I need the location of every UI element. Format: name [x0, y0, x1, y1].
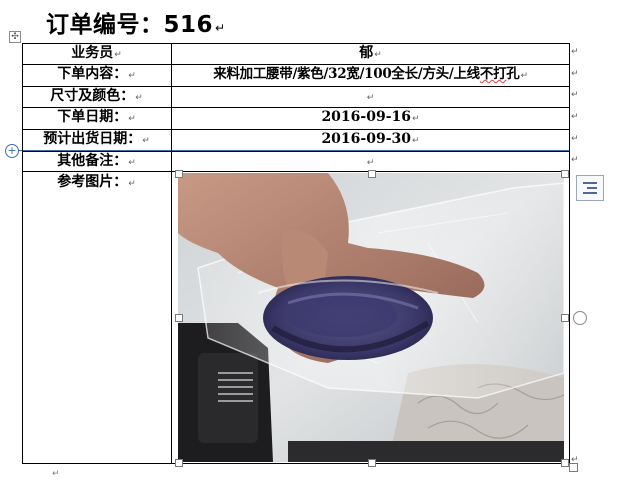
layout-options-line: [583, 182, 597, 184]
paragraph-mark: ↵: [374, 50, 382, 60]
paragraph-mark: ↵: [128, 114, 136, 124]
row-end-mark: ↵: [571, 155, 579, 165]
label-reference-image: 参考图片：: [57, 174, 128, 190]
paragraph-mark: ↵: [142, 136, 150, 146]
resize-handle[interactable]: [561, 314, 569, 322]
resize-handle[interactable]: [368, 170, 376, 178]
table-border-line: [569, 43, 570, 464]
table-border-line: [22, 463, 570, 464]
layout-options-line: [583, 192, 597, 194]
row-end-mark: ↵: [571, 90, 579, 100]
label-order-date: 下单日期：: [57, 109, 128, 125]
value-ship-date: 2016-09-30: [321, 131, 411, 147]
resize-handle[interactable]: [561, 459, 569, 467]
paragraph-mark: ↵: [366, 158, 375, 168]
table-cell-label[interactable]: 其他备注：↵: [22, 152, 171, 172]
table-cell-label[interactable]: 下单日期：↵: [22, 108, 171, 128]
label-remarks: 其他备注：: [57, 153, 128, 169]
table-move-icon[interactable]: ✣: [9, 31, 21, 43]
label-ship-date: 预计出货日期：: [43, 131, 142, 147]
table-cell-label[interactable]: 预计出货日期：↵: [22, 130, 171, 150]
row-end-mark: ↵: [571, 134, 579, 144]
row-insert-icon[interactable]: +: [5, 144, 19, 158]
resize-handle[interactable]: [561, 170, 569, 178]
paragraph-mark: ↵: [520, 71, 528, 81]
row-end-mark: ↵: [571, 112, 579, 122]
table-cell-value[interactable]: 2016-09-16↵: [172, 108, 569, 128]
paragraph-mark: ↵: [215, 21, 226, 35]
paragraph-mark: ↵: [412, 136, 420, 146]
resize-handle[interactable]: [368, 459, 376, 467]
resize-handle[interactable]: [175, 314, 183, 322]
value-order-date: 2016-09-16: [321, 109, 411, 125]
resize-handle[interactable]: [175, 170, 183, 178]
paragraph-mark: ↵: [114, 50, 122, 60]
paragraph-mark: ↵: [412, 114, 420, 124]
paragraph-mark: ↵: [52, 469, 60, 479]
table-cell-label[interactable]: 尺寸及颜色：↵: [22, 87, 171, 107]
paragraph-mark: ↵: [366, 93, 375, 103]
label-salesperson: 业务员: [71, 45, 114, 61]
layout-options-line: [587, 187, 597, 189]
spellcheck-flag: 不打: [479, 66, 507, 82]
label-order-content: 下单内容：: [57, 66, 128, 82]
reference-photo-image: [178, 173, 564, 462]
paragraph-mark: ↵: [128, 158, 136, 168]
table-cell-label[interactable]: 下单内容：↵: [22, 65, 171, 85]
value-salesperson: 郁: [359, 45, 374, 61]
table-cell-value[interactable]: 郁↵: [172, 44, 569, 64]
label-size-color: 尺寸及颜色：: [50, 88, 135, 104]
table-cell-label[interactable]: 业务员↵: [22, 44, 171, 64]
paragraph-mark: ↵: [128, 71, 136, 81]
paragraph-mark: ↵: [135, 93, 143, 103]
row-end-mark: ↵: [571, 47, 579, 57]
table-cell-value[interactable]: 来料加工腰带/紫色/32宽/100全长/方头/上线不打孔↵: [172, 65, 569, 85]
document-title-text: 订单编号：516: [46, 12, 214, 38]
paragraph-mark: ↵: [128, 179, 136, 189]
row-end-mark: ↵: [571, 69, 579, 79]
table-cell-label[interactable]: 参考图片：↵: [22, 173, 171, 193]
table-cell-value[interactable]: 2016-09-30↵: [172, 130, 569, 150]
value-order-content: 来料加工腰带/紫色/32宽/100全长/方头/上线不打孔: [213, 66, 520, 82]
table-cell-value[interactable]: ↵: [172, 87, 569, 107]
table-cell-value[interactable]: ↵: [172, 152, 569, 172]
table-resize-handle[interactable]: [569, 463, 578, 472]
reference-photo[interactable]: [178, 173, 564, 462]
document-title: 订单编号：516 ↵: [46, 5, 226, 39]
resize-handle[interactable]: [175, 459, 183, 467]
rotate-icon[interactable]: [573, 311, 587, 325]
layout-options-icon[interactable]: [576, 175, 604, 201]
